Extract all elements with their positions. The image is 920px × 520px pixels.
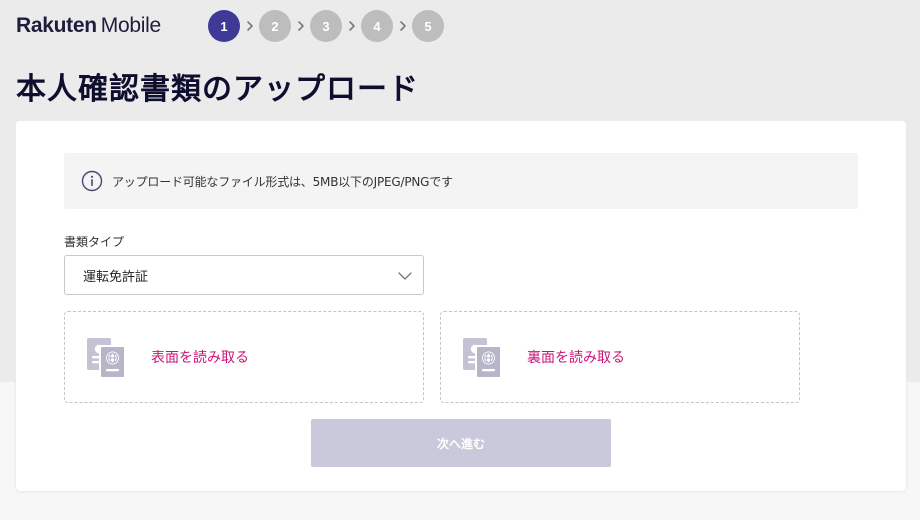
upload-front-button[interactable]: 表面を読み取る [64,311,424,403]
step-1: 1 [208,10,240,42]
id-document-icon [461,336,505,380]
logo-brand: Rakuten [16,14,97,37]
chevron-right-icon [291,10,310,42]
step-indicator: 1 2 3 4 5 [208,10,444,42]
id-document-icon [85,336,129,380]
upload-back-label: 裏面を読み取る [527,350,625,366]
logo-product: Mobile [100,14,161,37]
next-button[interactable]: 次へ進む [311,419,611,467]
page-title: 本人確認書類のアップロード [16,72,419,107]
document-type-label: 書類タイプ [64,235,125,249]
rakuten-mobile-logo[interactable]: Rakuten Mobile [16,14,161,38]
step-2: 2 [259,10,291,42]
chevron-right-icon [342,10,361,42]
info-circle-icon [81,170,103,192]
upload-card: アップロード可能なファイル形式は、5MB以下のJPEG/PNGです 書類タイプ … [16,121,906,491]
document-type-select[interactable]: 運転免許証 [64,255,424,295]
document-type-value: 運転免許証 [83,269,149,285]
step-5: 5 [412,10,444,42]
info-text: アップロード可能なファイル形式は、5MB以下のJPEG/PNGです [112,174,453,189]
step-3: 3 [310,10,342,42]
chevron-right-icon [240,10,259,42]
app-header: Rakuten Mobile [16,10,161,42]
chevron-right-icon [393,10,412,42]
info-banner: アップロード可能なファイル形式は、5MB以下のJPEG/PNGです [64,153,858,209]
chevron-down-icon [397,268,413,284]
upload-back-button[interactable]: 裏面を読み取る [440,311,800,403]
upload-front-label: 表面を読み取る [151,350,249,366]
step-4: 4 [361,10,393,42]
